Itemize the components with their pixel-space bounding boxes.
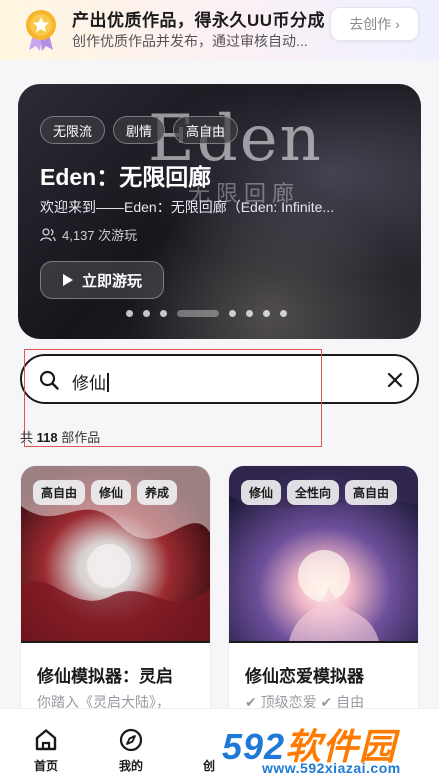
result-count-number: 118 bbox=[36, 430, 58, 445]
nav-home-label: 首页 bbox=[33, 759, 58, 773]
card-tag: 高自由 bbox=[345, 480, 398, 505]
hero-tag: 无限流 bbox=[40, 116, 106, 144]
card-tag: 高自由 bbox=[33, 480, 86, 505]
result-count-suffix: 部作品 bbox=[61, 430, 101, 445]
play-now-label: 立即游玩 bbox=[81, 272, 142, 290]
medal-icon bbox=[26, 10, 56, 51]
compass-icon bbox=[119, 728, 143, 752]
banner-title: 产出优质作品，得永久UU币分成 bbox=[72, 11, 326, 30]
hero-plays-text: 4,137 次游玩 bbox=[62, 228, 138, 243]
carousel-dot[interactable] bbox=[280, 310, 287, 317]
card-tag: 修仙 bbox=[241, 480, 282, 505]
hero-tags: 无限流 剧情 高自由 bbox=[40, 116, 239, 144]
carousel-dot[interactable] bbox=[143, 310, 150, 317]
card-tags: 修仙 全性向 高自由 bbox=[241, 480, 398, 505]
card-title: 修仙模拟器：灵启 bbox=[37, 667, 173, 686]
result-count-prefix: 共 bbox=[20, 430, 34, 445]
home-icon bbox=[35, 729, 57, 751]
nav-create[interactable]: 创 bbox=[203, 757, 215, 774]
carousel-dot[interactable] bbox=[160, 310, 167, 317]
nav-mine[interactable]: 我的 bbox=[118, 727, 144, 774]
nav-home[interactable]: 首页 bbox=[33, 727, 59, 774]
play-now-button[interactable]: 立即游玩 bbox=[40, 261, 164, 299]
carousel-dot[interactable] bbox=[126, 310, 133, 317]
card-divider bbox=[229, 641, 418, 643]
nav-mine-label: 我的 bbox=[118, 759, 143, 773]
card-tag: 养成 bbox=[137, 480, 178, 505]
go-create-button[interactable]: 去创作 › bbox=[330, 7, 419, 41]
promo-banner[interactable]: 产出优质作品，得永久UU币分成 创作优质作品并发布，通过审核自动... 去创作 … bbox=[0, 0, 439, 60]
hero-play-count: 4,137 次游玩 bbox=[40, 225, 137, 244]
carousel-dot-active[interactable] bbox=[177, 310, 219, 317]
carousel-indicator[interactable] bbox=[126, 310, 287, 317]
hero-description: 欢迎来到——Eden：无限回廊（Eden: Infinite... bbox=[40, 199, 335, 215]
play-icon bbox=[62, 274, 73, 286]
users-icon bbox=[40, 227, 56, 241]
close-icon[interactable] bbox=[386, 371, 404, 389]
hero-tag: 剧情 bbox=[113, 116, 166, 144]
card-tag: 修仙 bbox=[91, 480, 132, 505]
card-tags: 高自由 修仙 养成 bbox=[33, 480, 178, 505]
banner-subtitle: 创作优质作品并发布，通过审核自动... bbox=[72, 33, 308, 49]
hero-tag: 高自由 bbox=[173, 116, 239, 144]
carousel-dot[interactable] bbox=[246, 310, 253, 317]
carousel-dot[interactable] bbox=[229, 310, 236, 317]
result-count: 共 118 部作品 bbox=[20, 427, 100, 446]
nav-create-label: 创 bbox=[203, 759, 216, 773]
featured-carousel[interactable]: Eden 无限回廊 无限流 剧情 高自由 Eden：无限回廊 欢迎来到——Ede… bbox=[18, 84, 421, 339]
hero-title: Eden：无限回廊 bbox=[40, 164, 212, 190]
card-title: 修仙恋爱模拟器 bbox=[245, 667, 364, 686]
site-watermark-url: www.592xiazai.com bbox=[262, 760, 401, 776]
card-tag: 全性向 bbox=[287, 480, 340, 505]
carousel-dot[interactable] bbox=[263, 310, 270, 317]
card-divider bbox=[21, 641, 210, 643]
